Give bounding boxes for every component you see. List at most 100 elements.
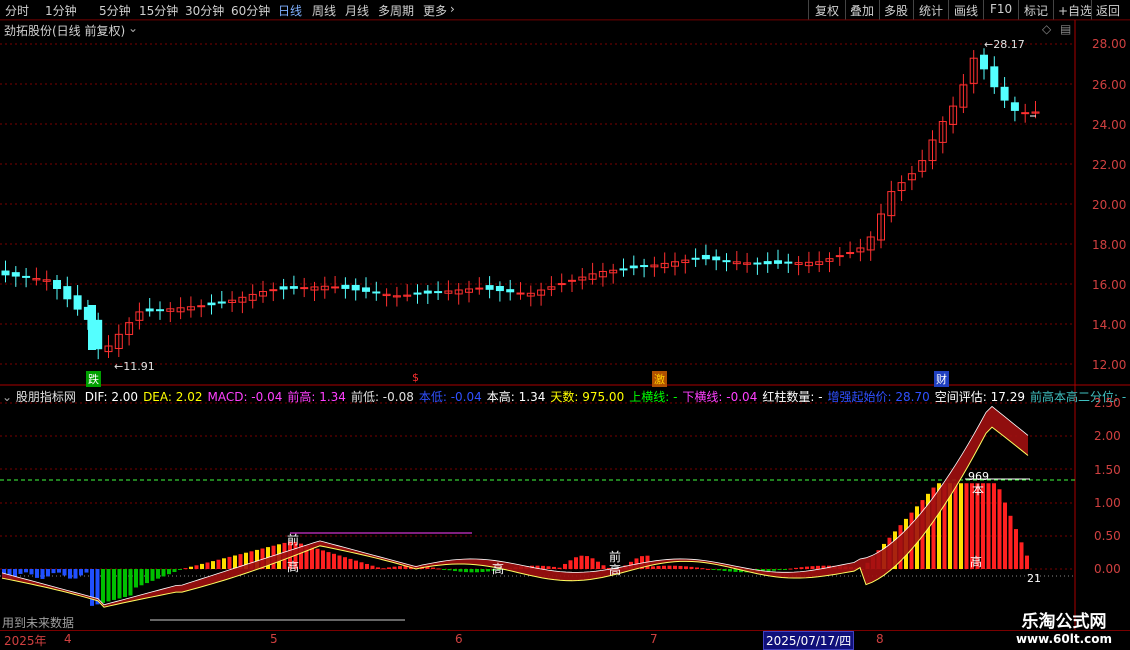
candle-body (1, 270, 10, 276)
histogram-bar (161, 569, 166, 577)
histogram-bar (728, 569, 732, 572)
indicator-name[interactable]: 股朋指标网 (16, 390, 76, 404)
histogram-bar (376, 567, 380, 569)
histogram-bar (222, 558, 226, 569)
indicator-field: 上横线: - (629, 390, 678, 404)
candle-body (88, 305, 96, 350)
histogram-bar (112, 569, 116, 600)
candle-body (475, 287, 484, 290)
chevron-down-icon[interactable]: ⌄ (128, 21, 138, 35)
histogram-bar (431, 567, 435, 569)
histogram-bar (359, 562, 364, 569)
histogram-bar (29, 569, 34, 575)
candle-body (722, 260, 731, 263)
price-axis-tick: 28.00 (1092, 37, 1127, 51)
histogram-bar (662, 565, 666, 569)
histogram-bar (310, 547, 314, 569)
histogram-bar (986, 483, 991, 569)
candle-body (568, 279, 576, 282)
indicator-axis-tick: 0.50 (1094, 529, 1121, 543)
histogram-bar (128, 569, 133, 596)
histogram-bar (953, 483, 958, 569)
histogram-bar (810, 566, 815, 569)
histogram-bar (711, 569, 716, 570)
histogram-bar (436, 568, 441, 570)
indicator-annotation: 本 (972, 483, 985, 497)
candle-body (300, 287, 309, 290)
candle-body (712, 256, 721, 261)
histogram-bar (35, 569, 39, 578)
histogram-bar (117, 569, 122, 599)
chart-canvas[interactable] (0, 0, 1130, 650)
histogram-bar (601, 565, 606, 569)
candle-body (516, 292, 525, 295)
histogram-bar (574, 557, 578, 569)
candle-body (701, 254, 710, 260)
event-marker[interactable]: 激 (652, 371, 667, 387)
chevron-down-icon[interactable]: ⌄ (2, 390, 12, 404)
candle-body (980, 54, 988, 70)
indicator-axis-tick: 1.00 (1094, 496, 1121, 510)
histogram-bar (695, 567, 699, 569)
candle-body (1010, 102, 1019, 111)
price-axis-tick: 16.00 (1092, 278, 1127, 292)
event-marker[interactable]: $ (410, 371, 421, 384)
histogram-bar (51, 569, 56, 574)
candle-body (763, 261, 772, 265)
histogram-bar (673, 565, 677, 569)
histogram-bar (398, 566, 402, 569)
histogram-bar (585, 556, 589, 569)
histogram-bar (348, 558, 353, 569)
histogram-bar (200, 563, 204, 569)
histogram-bar (447, 569, 452, 571)
indicator-fields: DIF: 2.00 DEA: 2.02 MACD: -0.04 前高: 1.34 前低:… (80, 390, 1126, 404)
price-axis-tick: 12.00 (1092, 358, 1127, 372)
candle-body (63, 286, 72, 300)
indicator-annotation: 21 (1027, 572, 1041, 585)
histogram-bar (486, 569, 490, 572)
histogram-bar (156, 569, 160, 579)
histogram-bar (183, 568, 188, 570)
candle-body (434, 291, 443, 294)
candle-body (413, 292, 422, 295)
histogram-bar (799, 567, 804, 569)
histogram-bar (392, 566, 397, 569)
histogram-bar (1014, 529, 1018, 569)
histogram-bar (992, 483, 996, 569)
histogram-bar (772, 569, 776, 571)
watermark-url: www.60lt.com (1015, 632, 1112, 646)
price-axis-tick: 20.00 (1092, 198, 1127, 212)
indicator-field: 本高: 1.34 (486, 390, 546, 404)
histogram-bar (227, 556, 232, 569)
indicator-axis-tick: 1.50 (1094, 463, 1121, 477)
settings-icon[interactable]: ▤ (1060, 22, 1071, 36)
histogram-bar (689, 566, 694, 569)
histogram-bar (541, 565, 545, 569)
candle-body (73, 295, 82, 310)
indicator-field: 红柱数量: - (762, 390, 823, 404)
watermark: 乐淘公式网 www.60lt.com (1016, 607, 1112, 646)
indicator-axis-tick: 2.50 (1094, 396, 1121, 410)
candle-body (784, 261, 793, 264)
diamond-icon[interactable]: ◇ (1042, 22, 1051, 36)
histogram-bar (90, 569, 94, 606)
indicator-annotation: 高 (287, 560, 300, 574)
price-axis-tick: 18.00 (1092, 238, 1127, 252)
histogram-bar (590, 558, 595, 569)
indicator-annotation: 高 (609, 563, 622, 577)
chart-title: 劲拓股份(日线 前复权) (4, 24, 126, 38)
candle-body (990, 66, 999, 88)
price-axis-tick: 14.00 (1092, 318, 1127, 332)
histogram-bar (134, 569, 138, 588)
price-axis-tick: 22.00 (1092, 158, 1127, 172)
event-marker[interactable]: 财 (934, 371, 949, 387)
histogram-bar (1019, 542, 1024, 569)
histogram-bar (717, 569, 721, 571)
candle-body (53, 280, 61, 289)
histogram-bar (79, 569, 83, 576)
time-axis-label: 5 (270, 632, 278, 646)
histogram-bar (1025, 555, 1029, 569)
candle-body (753, 262, 762, 265)
event-marker[interactable]: 跌 (86, 371, 101, 387)
histogram-bar (387, 567, 391, 569)
